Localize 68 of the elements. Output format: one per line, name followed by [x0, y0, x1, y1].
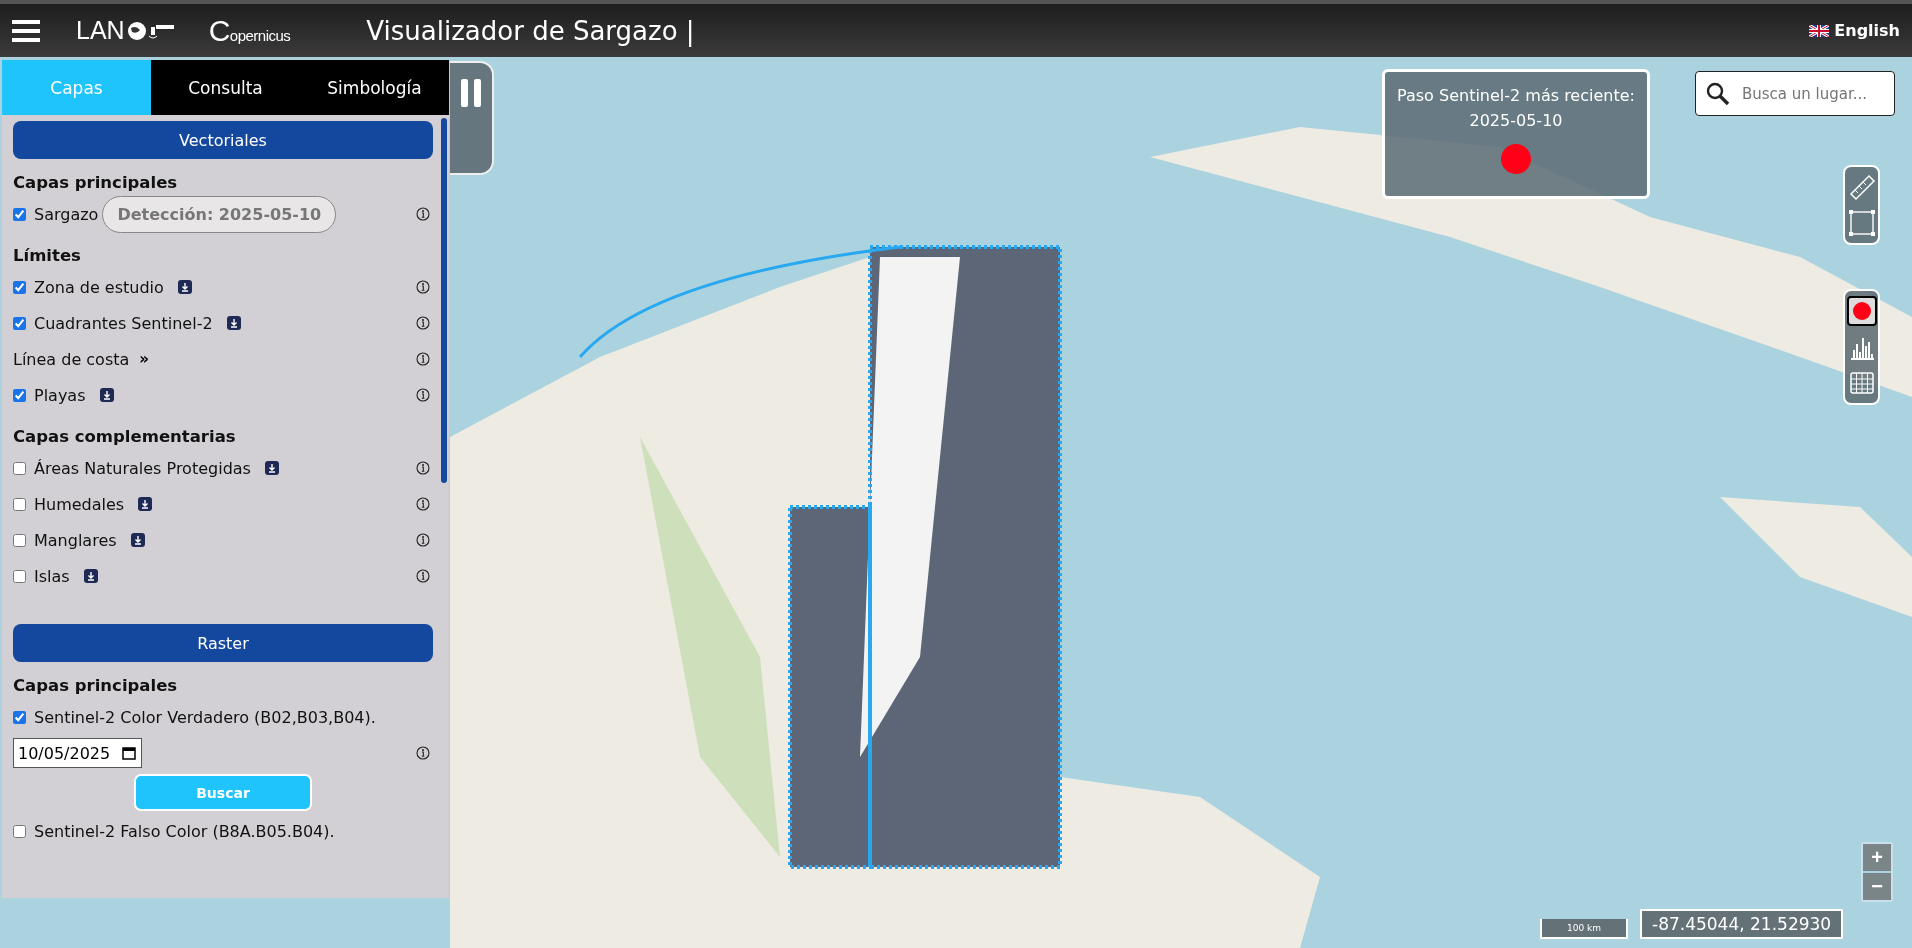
layer-label: Zona de estudio [34, 277, 164, 297]
info-icon[interactable] [416, 207, 430, 221]
place-search-field[interactable]: Busca un lugar... [1695, 71, 1895, 116]
section-heading: Capas principales [13, 173, 179, 192]
info-icon[interactable] [416, 280, 430, 294]
info-icon[interactable] [416, 352, 430, 366]
info-icon[interactable] [416, 316, 430, 330]
record-dot-icon [1501, 144, 1531, 174]
zoom-out-button[interactable]: − [1863, 873, 1891, 900]
info-icon[interactable] [416, 569, 430, 583]
layer-label: Cuadrantes Sentinel-2 [34, 313, 213, 333]
layer-checkbox[interactable] [13, 207, 26, 221]
layer-checkbox[interactable] [13, 497, 26, 511]
info-icon[interactable] [416, 388, 430, 402]
detection-date-label: Detección: 2025-05-10 [102, 195, 337, 233]
layer-label: Áreas Naturales Protegidas [34, 458, 251, 478]
search-icon [1706, 82, 1730, 106]
language-link[interactable]: English [1834, 21, 1900, 40]
download-icon[interactable] [99, 388, 114, 402]
calendar-icon[interactable] [122, 746, 136, 760]
section-heading: Límites [13, 246, 82, 265]
layer-checkbox[interactable] [13, 824, 26, 838]
info-icon[interactable] [416, 497, 430, 511]
layer-checkbox[interactable] [13, 710, 26, 724]
info-icon[interactable] [416, 746, 430, 760]
download-icon[interactable] [138, 497, 153, 511]
layer-label: Sargazo [34, 204, 99, 224]
date-field[interactable]: 10/05/2025 [13, 738, 142, 768]
layer-label: Playas [34, 385, 86, 405]
layer-checkbox[interactable] [13, 569, 26, 583]
layer-label: Islas [34, 566, 70, 586]
section-heading: Capas principales [13, 676, 179, 695]
download-icon[interactable] [264, 461, 279, 475]
scale-bar: 100 km [1540, 919, 1628, 939]
layer-label: Sentinel-2 Falso Color (B8A.B05.B04). [34, 821, 335, 841]
layer-label: Manglares [34, 530, 117, 550]
download-icon[interactable] [177, 280, 192, 294]
info-icon[interactable] [416, 533, 430, 547]
download-icon[interactable] [83, 569, 98, 583]
layer-checkbox[interactable] [13, 280, 26, 294]
layer-checkbox[interactable] [13, 316, 26, 330]
record-button-icon[interactable] [1846, 296, 1877, 326]
section-button[interactable]: Vectoriales [13, 121, 433, 159]
download-icon[interactable] [226, 316, 241, 330]
section-heading: Capas complementarias [13, 427, 237, 446]
coordinates-display: -87.45044, 21.52930 [1640, 909, 1844, 939]
layer-label: Sentinel-2 Color Verdadero (B02,B03,B04). [34, 707, 376, 727]
latest-pass-title: Paso Sentinel-2 más reciente: [1397, 86, 1635, 105]
rectangle-select-icon[interactable] [1846, 208, 1877, 238]
info-icon[interactable] [416, 461, 430, 475]
layer-label: Humedales [34, 494, 125, 514]
scrollbar[interactable] [441, 118, 447, 483]
brand-logo-text: LAN [76, 16, 125, 45]
layer-checkbox[interactable] [13, 388, 26, 402]
expand-arrow[interactable]: » [139, 350, 150, 368]
flag-icon [1809, 24, 1830, 37]
section-button[interactable]: Raster [13, 624, 433, 662]
latest-pass-date: 2025-05-10 [1469, 111, 1563, 130]
download-icon[interactable] [130, 533, 145, 547]
layer-label: Línea de costa [13, 349, 130, 369]
app-title: Visualizador de Sargazo | [366, 15, 695, 46]
menu-icon[interactable] [12, 19, 40, 42]
layer-checkbox[interactable] [13, 533, 26, 547]
zoom-in-button[interactable]: + [1863, 844, 1891, 871]
partner-logo-text: Copernicus [208, 13, 291, 48]
layer-checkbox[interactable] [13, 461, 26, 475]
collapse-panel-button[interactable] [450, 61, 494, 175]
pause-icon [459, 79, 483, 107]
